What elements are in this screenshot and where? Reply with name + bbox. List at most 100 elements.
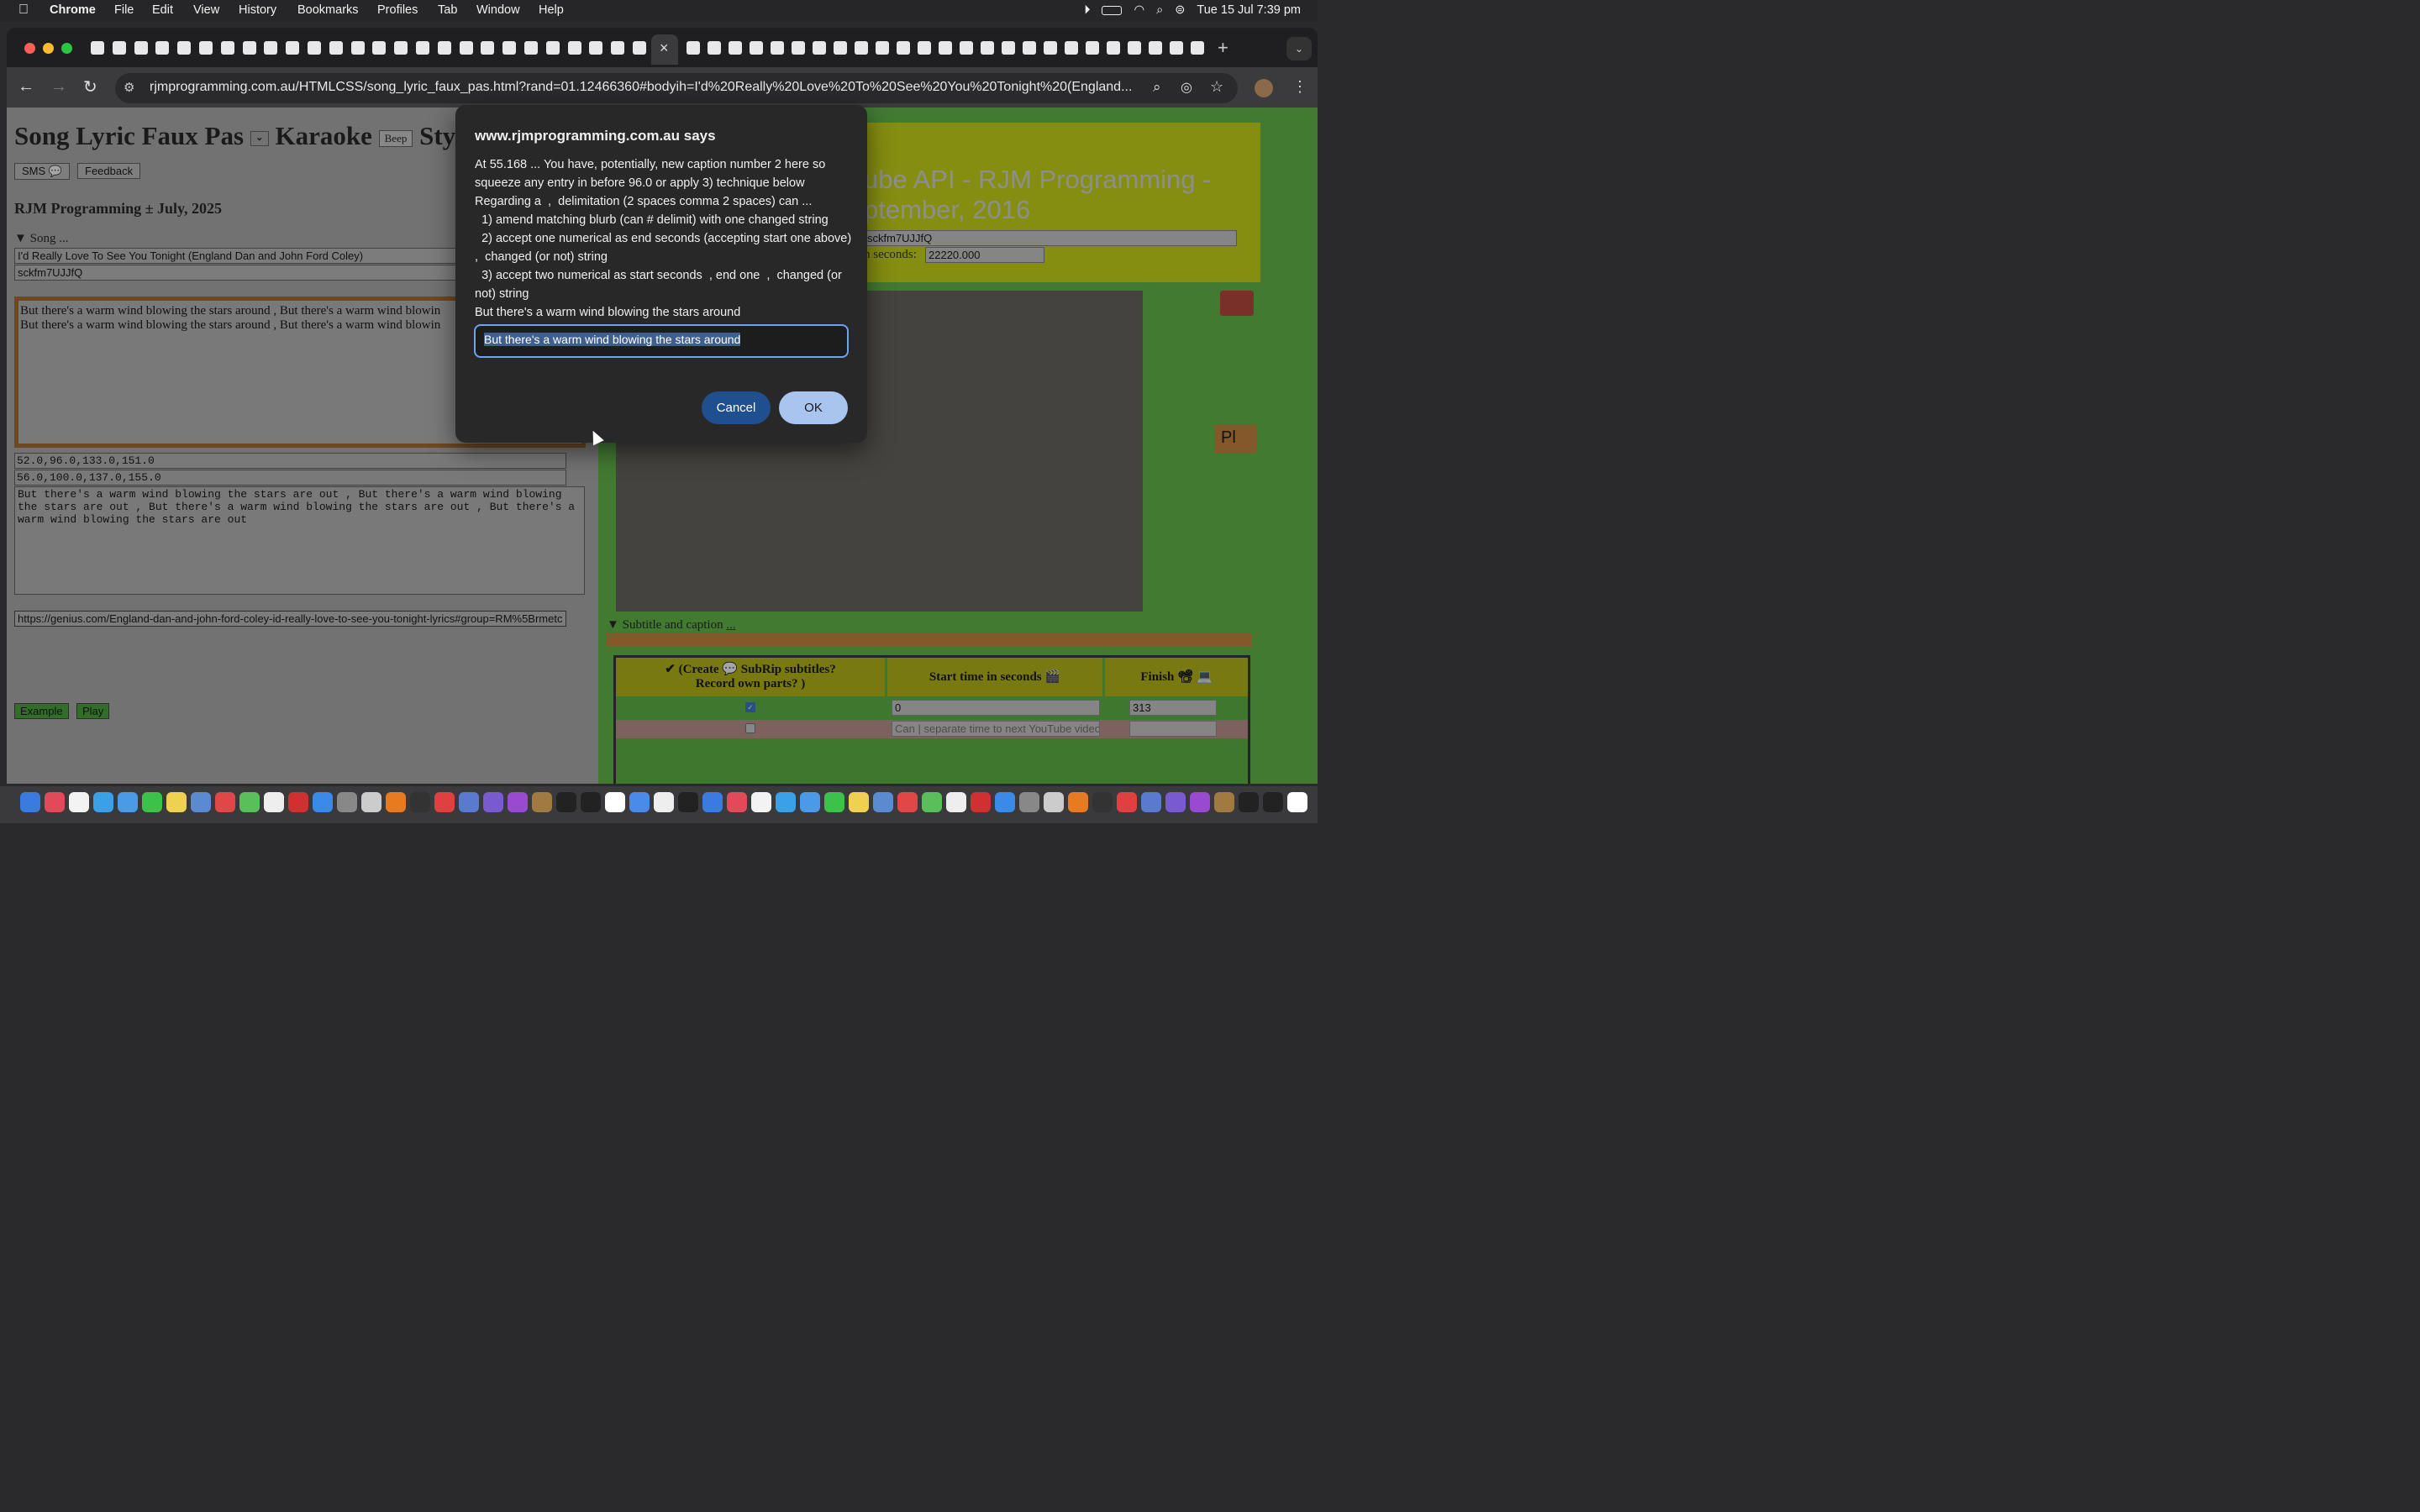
forward-icon[interactable]: → — [50, 77, 67, 97]
dock-app-icon[interactable] — [508, 792, 528, 812]
tab-favicon-icon[interactable] — [329, 41, 343, 55]
url-text[interactable]: rjmprogramming.com.au/HTMLCSS/song_lyric… — [150, 80, 1141, 95]
dock-app-icon[interactable] — [239, 792, 260, 812]
dock-app-icon[interactable] — [410, 792, 430, 812]
tab-favicon-icon[interactable] — [1149, 41, 1162, 55]
dock-app-icon[interactable] — [69, 792, 89, 812]
dock-app-icon[interactable] — [873, 792, 893, 812]
dock-app-icon[interactable] — [191, 792, 211, 812]
dock-app-icon[interactable] — [897, 792, 918, 812]
dock-app-icon[interactable] — [288, 792, 308, 812]
tab-favicon-icon[interactable] — [589, 41, 602, 55]
dock-app-icon[interactable] — [1044, 792, 1064, 812]
tab-favicon-icon[interactable] — [633, 41, 646, 55]
dialog-input[interactable]: But there's a warm wind blowing the star… — [474, 324, 849, 358]
tab-favicon-icon[interactable] — [134, 41, 148, 55]
dock-app-icon[interactable] — [1019, 792, 1039, 812]
dock-app-icon[interactable] — [434, 792, 455, 812]
close-tab-icon[interactable]: × — [660, 39, 669, 57]
menu-window[interactable]: Window — [476, 3, 520, 17]
dock-app-icon[interactable] — [1190, 792, 1210, 812]
tab-favicon-icon[interactable] — [1170, 41, 1183, 55]
zoom-window-icon[interactable] — [61, 43, 72, 54]
dock-app-icon[interactable] — [1263, 792, 1283, 812]
tab-favicon-icon[interactable] — [221, 41, 234, 55]
site-info-icon[interactable]: ⚙ — [124, 80, 134, 95]
dock-app-icon[interactable] — [1141, 792, 1161, 812]
dock-app-icon[interactable] — [971, 792, 991, 812]
dock-app-icon[interactable] — [483, 792, 503, 812]
tab-favicon-icon[interactable] — [394, 41, 408, 55]
tab-favicon-icon[interactable] — [524, 41, 538, 55]
dock-app-icon[interactable] — [1068, 792, 1088, 812]
tab-favicon-icon[interactable] — [502, 41, 516, 55]
dock-app-icon[interactable] — [142, 792, 162, 812]
active-tab[interactable]: × — [651, 34, 678, 65]
dock-app-icon[interactable] — [995, 792, 1015, 812]
menu-file[interactable]: File — [114, 3, 134, 17]
tab-favicon-icon[interactable] — [438, 41, 451, 55]
dock-app-icon[interactable] — [459, 792, 479, 812]
chrome-menu-icon[interactable]: ⋮ — [1292, 78, 1307, 96]
tab-favicon-icon[interactable] — [1065, 41, 1078, 55]
back-icon[interactable]: ← — [18, 77, 34, 97]
tab-favicon-icon[interactable] — [876, 41, 889, 55]
dock-app-icon[interactable] — [751, 792, 771, 812]
dock-app-icon[interactable] — [581, 792, 601, 812]
tab-favicon-icon[interactable] — [308, 41, 321, 55]
dock-app-icon[interactable] — [702, 792, 723, 812]
dock-app-icon[interactable] — [118, 792, 138, 812]
tab-favicon-icon[interactable] — [372, 41, 386, 55]
tab-favicon-icon[interactable] — [1002, 41, 1015, 55]
zoom-icon[interactable]: ⌕ — [1153, 79, 1161, 96]
battery-icon[interactable] — [1102, 5, 1123, 15]
tab-favicon-icon[interactable] — [1128, 41, 1141, 55]
menu-tab[interactable]: Tab — [438, 3, 457, 17]
tab-favicon-icon[interactable] — [416, 41, 429, 55]
tab-favicon-icon[interactable] — [611, 41, 624, 55]
dock-app-icon[interactable] — [45, 792, 65, 812]
tab-favicon-icon[interactable] — [155, 41, 169, 55]
dock-app-icon[interactable] — [264, 792, 284, 812]
tab-favicon-icon[interactable] — [177, 41, 191, 55]
dock-app-icon[interactable] — [946, 792, 966, 812]
tab-favicon-icon[interactable] — [286, 41, 299, 55]
control-center-icon[interactable]: ⊜ — [1175, 3, 1185, 17]
tab-favicon-icon[interactable] — [897, 41, 910, 55]
tab-favicon-icon[interactable] — [750, 41, 763, 55]
tab-favicon-icon[interactable] — [1107, 41, 1120, 55]
ok-button[interactable]: OK — [779, 391, 848, 424]
tab-favicon-icon[interactable] — [243, 41, 256, 55]
tab-favicon-icon[interactable] — [813, 41, 826, 55]
menu-history[interactable]: History — [239, 3, 276, 17]
cancel-button[interactable]: Cancel — [702, 391, 771, 424]
dock-app-icon[interactable] — [1287, 792, 1307, 812]
tab-favicon-icon[interactable] — [351, 41, 365, 55]
dock-app-icon[interactable] — [1165, 792, 1186, 812]
new-tab-icon[interactable]: + — [1218, 37, 1228, 59]
tab-favicon-icon[interactable] — [729, 41, 742, 55]
dock-app-icon[interactable] — [1239, 792, 1259, 812]
tab-favicon-icon[interactable] — [687, 41, 700, 55]
search-icon[interactable]: ⌕ — [1156, 3, 1163, 17]
apple-icon[interactable]:  — [18, 3, 29, 18]
tab-favicon-icon[interactable] — [481, 41, 494, 55]
clock[interactable]: Tue 15 Jul 7:39 pm — [1197, 3, 1301, 17]
tab-favicon-icon[interactable] — [855, 41, 868, 55]
dock-app-icon[interactable] — [361, 792, 381, 812]
menu-help[interactable]: Help — [539, 3, 564, 17]
menu-app-name[interactable]: Chrome — [50, 3, 96, 17]
tab-favicon-icon[interactable] — [918, 41, 931, 55]
tab-favicon-icon[interactable] — [546, 41, 560, 55]
dock-app-icon[interactable] — [654, 792, 674, 812]
menu-edit[interactable]: Edit — [152, 3, 173, 17]
tab-favicon-icon[interactable] — [460, 41, 473, 55]
tab-favicon-icon[interactable] — [1044, 41, 1057, 55]
tab-favicon-icon[interactable] — [113, 41, 126, 55]
dock-app-icon[interactable] — [922, 792, 942, 812]
dock-app-icon[interactable] — [1214, 792, 1234, 812]
tab-favicon-icon[interactable] — [708, 41, 721, 55]
wifi-icon[interactable]: ◠ — [1134, 3, 1144, 17]
tab-favicon-icon[interactable] — [792, 41, 805, 55]
dock-app-icon[interactable] — [824, 792, 844, 812]
